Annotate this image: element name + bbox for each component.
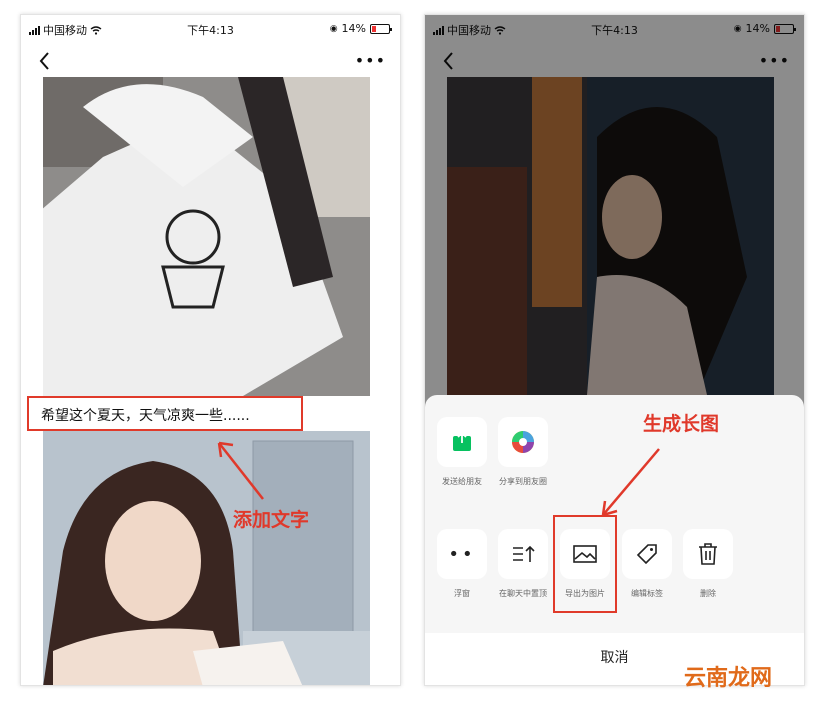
share-send-friend[interactable]: 发送给朋友: [437, 417, 487, 487]
float-window-icon: ••: [437, 529, 487, 579]
annotation-long-image: 生成长图: [643, 413, 720, 435]
share-moments-label: 分享到朋友圈: [499, 477, 547, 486]
back-arrow-icon[interactable]: [33, 49, 57, 73]
location-icon: ◉: [329, 23, 338, 34]
status-bar: 中国移动 下午4:13 ◉ 14%: [21, 15, 400, 43]
more-options-icon[interactable]: •••: [355, 51, 386, 70]
export-highlight-box: [553, 515, 617, 613]
photo-girl-portrait[interactable]: [43, 431, 370, 685]
action-edit-tag[interactable]: 编辑标签: [622, 529, 672, 599]
tag-icon: [622, 529, 672, 579]
annotation-add-text: 添加文字: [233, 509, 310, 531]
right-phone-screen: 中国移动 下午4:13 ◉ 14% ••• 发送给朋友 分享到朋友圈 •• 浮窗…: [424, 14, 805, 686]
left-phone-screen: 中国移动 下午4:13 ◉ 14% ••• 希望这个夏天，天气凉爽一些.....…: [20, 14, 401, 686]
action-delete[interactable]: 删除: [683, 529, 733, 599]
send-to-friend-icon: [437, 417, 487, 467]
photo-illustration: [43, 77, 370, 396]
share-send-friend-label: 发送给朋友: [442, 477, 482, 486]
annotation-arrow: [217, 441, 264, 500]
watermark-logo: 云南龙网: [684, 666, 773, 691]
trash-icon: [683, 529, 733, 579]
pin-top-icon: [498, 529, 548, 579]
photo-illustration: [43, 431, 370, 685]
battery-icon: [370, 23, 392, 34]
action-delete-label: 删除: [700, 589, 716, 598]
action-edit-tag-label: 编辑标签: [631, 589, 663, 598]
photo-white-hoodie[interactable]: [43, 77, 370, 396]
annotation-arrow: [601, 448, 660, 517]
action-pin-top[interactable]: 在聊天中置顶: [498, 529, 548, 599]
moments-icon: [498, 417, 548, 467]
share-moments[interactable]: 分享到朋友圈: [498, 417, 548, 487]
action-float-window-label: 浮窗: [454, 589, 470, 598]
battery-percent: 14%: [341, 22, 366, 35]
caption-text-box[interactable]: 希望这个夏天，天气凉爽一些......: [27, 396, 303, 431]
action-pin-top-label: 在聊天中置顶: [499, 589, 547, 598]
battery-area: ◉ 14%: [329, 22, 392, 35]
action-float-window[interactable]: •• 浮窗: [437, 529, 487, 599]
action-sheet: 发送给朋友 分享到朋友圈 •• 浮窗 在聊天中置顶 导出为图片 编辑标签 删除 …: [425, 395, 804, 685]
